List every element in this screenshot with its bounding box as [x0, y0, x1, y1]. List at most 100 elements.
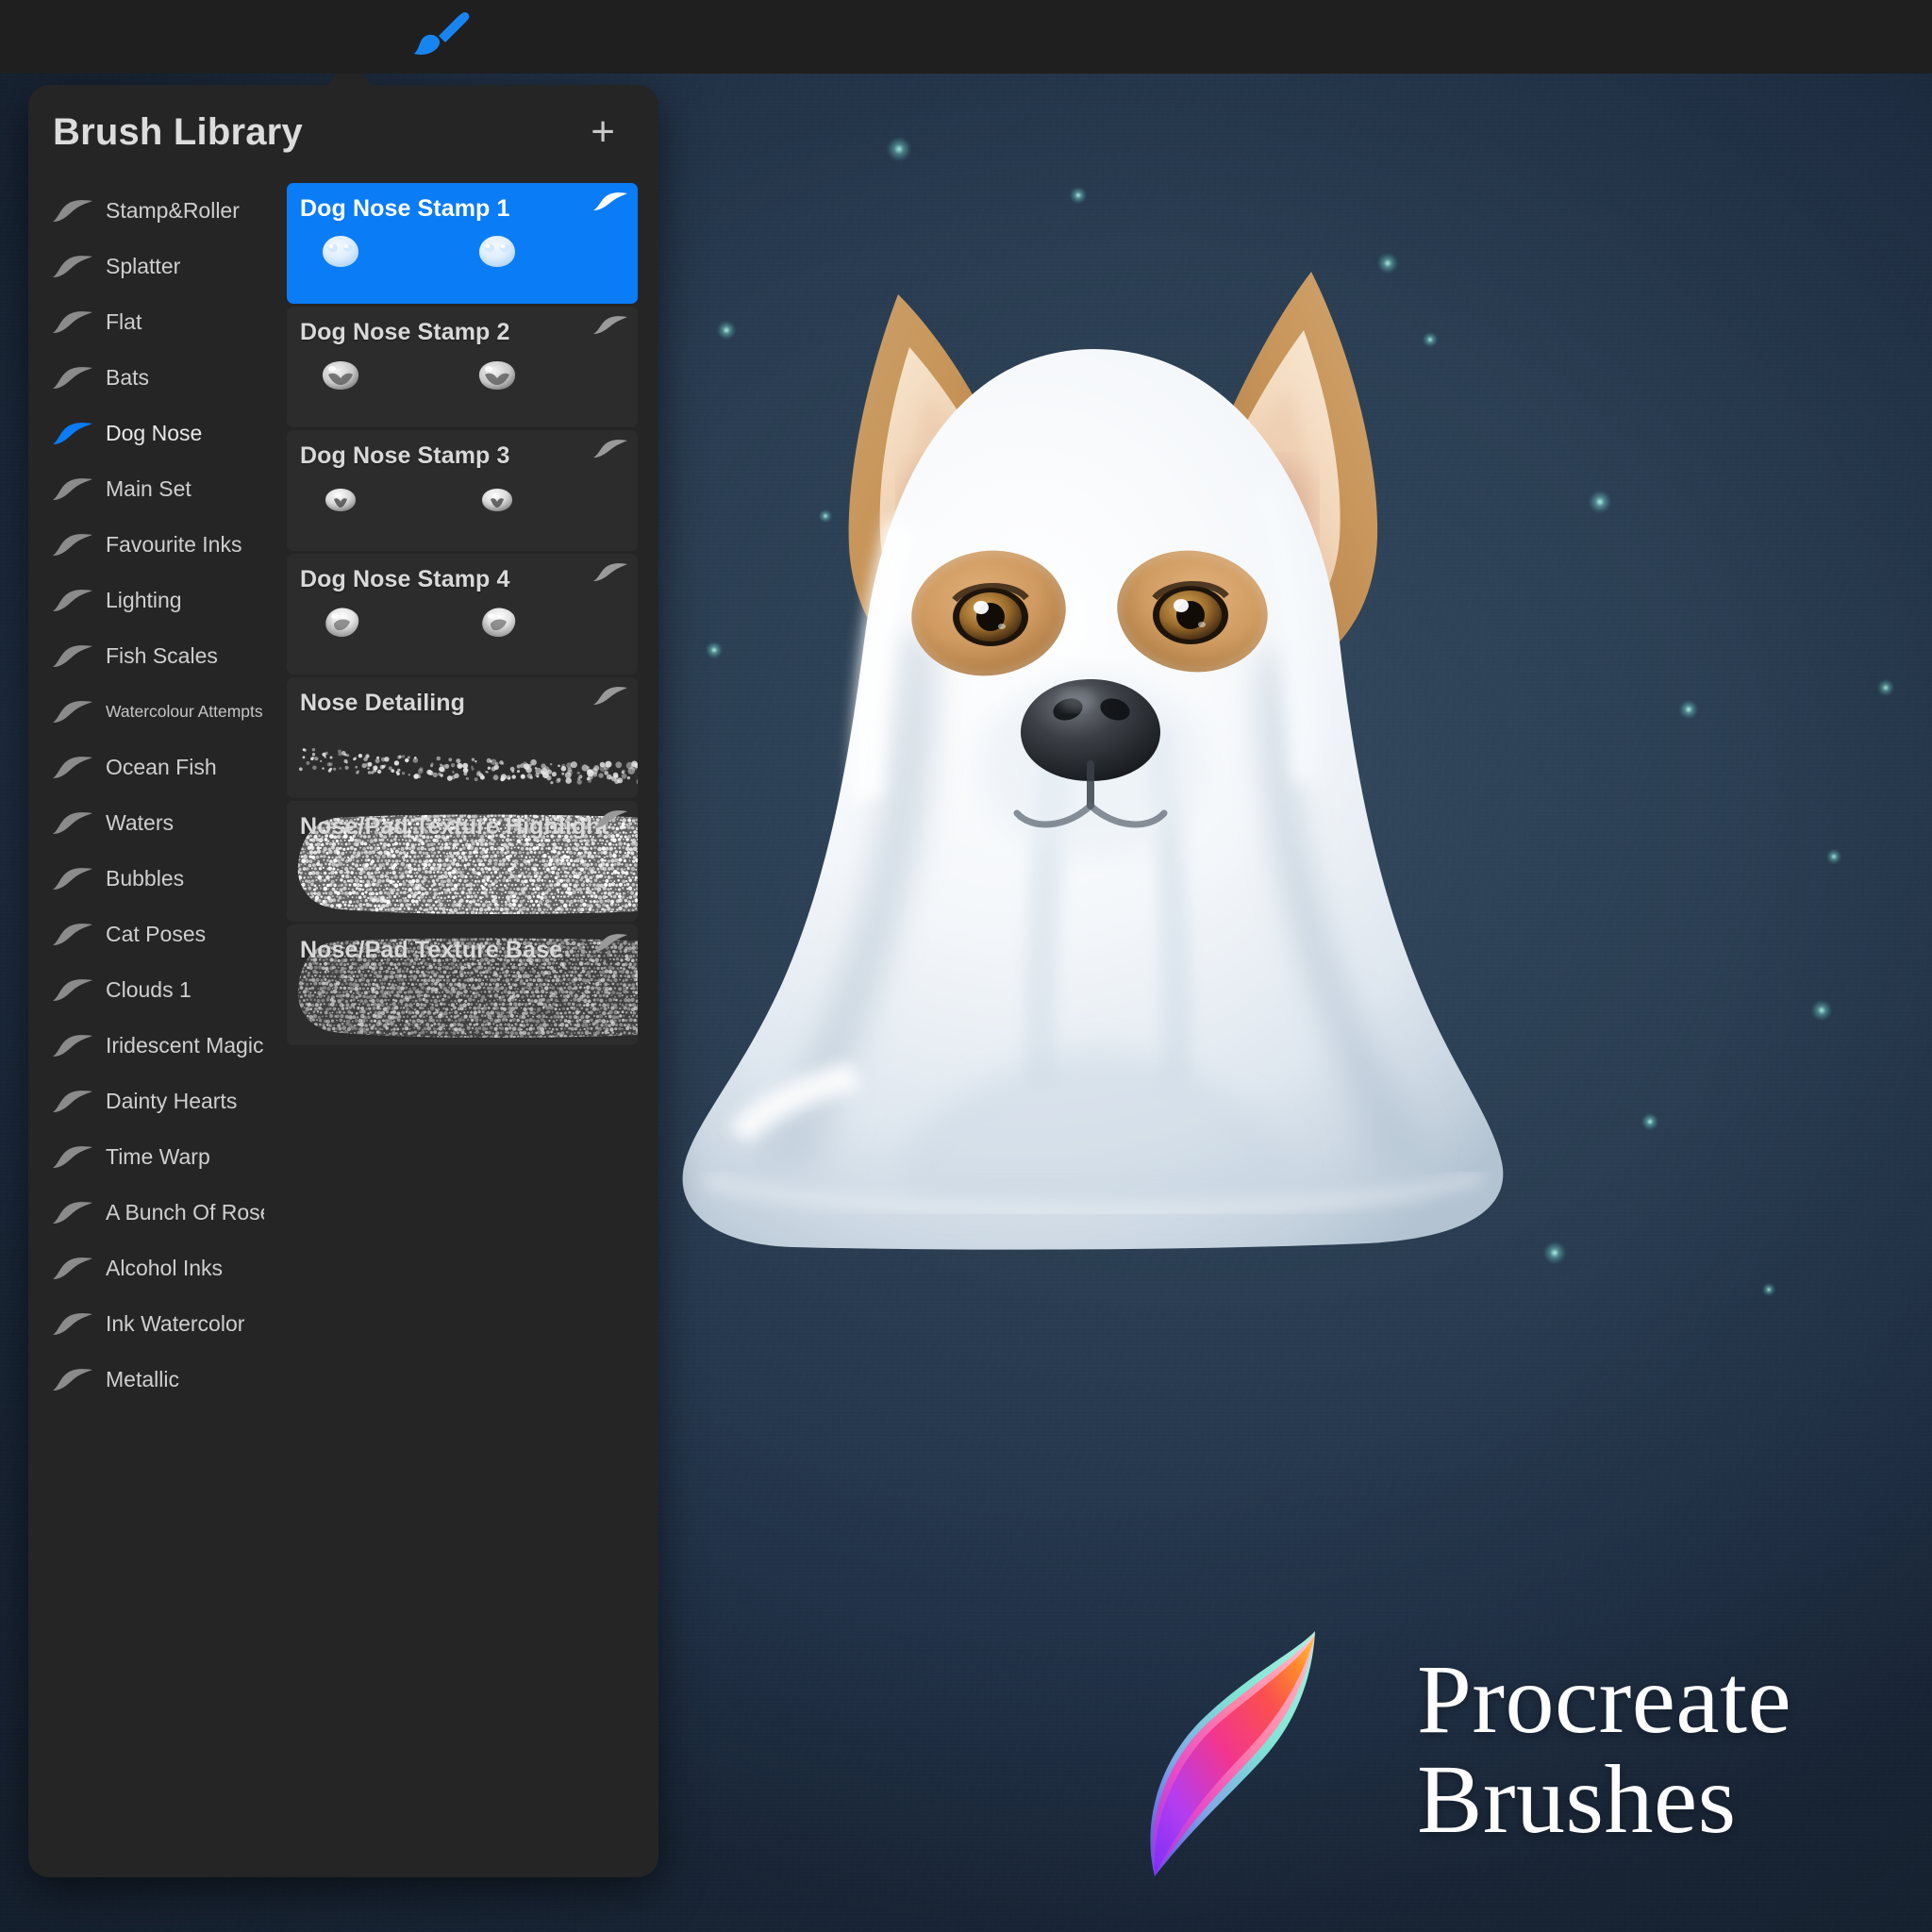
brush-set-label: Metallic [106, 1367, 179, 1392]
brush-set-list[interactable]: Stamp&Roller Splatter Flat Bats Dog Nose Main… [28, 183, 264, 1877]
brush-set-label: Flat [106, 309, 142, 335]
bokeh-dot [1762, 1283, 1775, 1296]
bokeh-dot [1589, 491, 1611, 513]
brush-entry-dog-nose-stamp-1[interactable]: Dog Nose Stamp 1 [287, 183, 638, 304]
brush-set-item-dog-nose[interactable]: Dog Nose [28, 406, 264, 461]
brush-set-item-lighting[interactable]: Lighting [28, 573, 264, 628]
brush-entry-label: Dog Nose Stamp 1 [300, 195, 509, 223]
brush-set-item-alcohol-inks[interactable]: Alcohol Inks [28, 1241, 264, 1296]
brush-thumbnail [287, 479, 638, 541]
brush-thumbnail [296, 730, 638, 789]
brush-set-label: Cat Poses [106, 922, 206, 947]
brush-set-label: Waters [106, 810, 174, 836]
brush-thumbnail [287, 603, 638, 665]
brush-set-label: Bubbles [106, 866, 184, 891]
brush-entry-label: Nose Detailing [300, 690, 465, 717]
brush-stroke-icon [51, 1088, 94, 1116]
brush-stroke-icon [51, 1032, 94, 1060]
brush-entry-dog-nose-stamp-4[interactable]: Dog Nose Stamp 4 [287, 554, 638, 675]
brush-stroke-icon [51, 197, 94, 225]
brush-set-item-dainty-hearts[interactable]: Dainty Hearts [28, 1074, 264, 1129]
brush-set-label: Splatter [106, 254, 180, 279]
bokeh-dot [1679, 700, 1698, 719]
brand-line-1: Procreate [1417, 1650, 1791, 1750]
brush-entry-label: Dog Nose Stamp 2 [300, 319, 509, 346]
brush-set-item-time-warp[interactable]: Time Warp [28, 1129, 264, 1185]
brush-stroke-icon [592, 808, 628, 831]
brush-set-label: Dainty Hearts [106, 1089, 237, 1114]
brush-set-item-bubbles[interactable]: Bubbles [28, 851, 264, 907]
brush-entry-label: Dog Nose Stamp 4 [300, 566, 509, 593]
brush-stroke-icon [51, 809, 94, 838]
brush-stroke-icon [51, 642, 94, 671]
brush-set-label: Watercolour Attempts [106, 702, 263, 722]
bokeh-dot [1070, 187, 1087, 204]
brush-entry-nose-pad-texture-highlight[interactable]: Nose/Pad Texture Highlight [287, 801, 638, 922]
brush-set-item-cat-poses[interactable]: Cat Poses [28, 907, 264, 962]
brush-set-item-waters[interactable]: Waters [28, 795, 264, 851]
brush-set-label: Ocean Fish [106, 755, 217, 780]
bokeh-dot [1811, 1000, 1832, 1021]
brush-set-label: Dog Nose [106, 421, 202, 446]
add-brush-set-button[interactable]: + [583, 108, 623, 157]
paintbrush-icon[interactable] [408, 8, 475, 68]
brush-set-item-clouds-1[interactable]: Clouds 1 [28, 962, 264, 1018]
brush-stroke-icon [51, 1255, 94, 1283]
brush-stroke-icon [51, 1366, 94, 1394]
brush-set-label: Clouds 1 [106, 977, 192, 1003]
page-title: Brush Library [53, 111, 303, 154]
procreate-logo-icon [1113, 1608, 1396, 1891]
brush-set-item-ink-watercolor[interactable]: Ink Watercolor [28, 1296, 264, 1352]
brush-set-label: Stamp&Roller [106, 198, 240, 224]
procreate-branding: Procreate Brushes [1113, 1594, 1906, 1906]
brush-stroke-icon [51, 308, 94, 337]
brush-set-item-stamp-roller[interactable]: Stamp&Roller [28, 183, 264, 239]
brush-set-item-iridescent-magic[interactable]: Iridescent Magic [28, 1018, 264, 1074]
brush-entry-nose-pad-texture-base[interactable]: Nose/Pad Texture Base [287, 924, 638, 1045]
brush-set-item-fish-scales[interactable]: Fish Scales [28, 628, 264, 684]
brush-set-item-splatter[interactable]: Splatter [28, 239, 264, 294]
brush-set-item-bats[interactable]: Bats [28, 350, 264, 406]
brush-stroke-icon [51, 364, 94, 392]
brand-text: Procreate Brushes [1417, 1650, 1791, 1850]
brush-entry-dog-nose-stamp-3[interactable]: Dog Nose Stamp 3 [287, 430, 638, 551]
brush-set-item-watercolour-attempts[interactable]: Watercolour Attempts [28, 684, 264, 740]
brush-thumbnail [287, 232, 638, 294]
brush-stroke-icon [51, 475, 94, 504]
brush-set-label: Bats [106, 365, 149, 391]
brush-set-item-main-set[interactable]: Main Set [28, 461, 264, 517]
brush-stroke-icon [51, 1310, 94, 1339]
bokeh-dot [1826, 849, 1841, 864]
brush-stroke-icon [51, 1199, 94, 1227]
brush-set-item-flat[interactable]: Flat [28, 294, 264, 350]
ghost-dog-illustration [651, 236, 1538, 1255]
brush-set-item-metallic[interactable]: Metallic [28, 1352, 264, 1407]
bokeh-dot [1641, 1113, 1658, 1130]
brush-entry-label: Dog Nose Stamp 3 [300, 442, 509, 470]
brush-entry-dog-nose-stamp-2[interactable]: Dog Nose Stamp 2 [287, 307, 638, 427]
brush-entry-list[interactable]: Dog Nose Stamp 1 Dog Nose Stamp 2 Dog Nose… [264, 183, 651, 1877]
bokeh-dot [1877, 679, 1894, 696]
brush-set-label: Lighting [106, 588, 182, 613]
brush-library-panel: Brush Library + Stamp&Roller Splatter Flat… [28, 85, 658, 1877]
brush-thumbnail [287, 356, 638, 418]
brush-stroke-icon [592, 314, 628, 337]
brush-stroke-icon [51, 531, 94, 559]
brush-set-item-favourite-inks[interactable]: Favourite Inks [28, 517, 264, 573]
bokeh-dot [1543, 1241, 1566, 1264]
brush-set-label: Ink Watercolor [106, 1311, 244, 1337]
brush-entry-label: Nose/Pad Texture Base [300, 937, 562, 964]
brush-set-item-ocean-fish[interactable]: Ocean Fish [28, 740, 264, 795]
brush-set-label: Alcohol Inks [106, 1256, 223, 1281]
top-toolbar [0, 0, 1932, 74]
brush-stroke-icon [592, 561, 628, 584]
brush-stroke-icon [592, 191, 628, 213]
bokeh-dot [887, 137, 911, 161]
brush-stroke-icon [51, 865, 94, 893]
brush-entry-nose-detailing[interactable]: Nose Detailing [287, 677, 638, 798]
brush-set-item-a-bunch-of-roses[interactable]: A Bunch Of Roses [28, 1185, 264, 1241]
brush-set-label: Iridescent Magic [106, 1033, 263, 1058]
brush-stroke-icon [51, 420, 94, 448]
brush-stroke-icon [592, 685, 628, 708]
brush-set-label: Favourite Inks [106, 532, 242, 558]
